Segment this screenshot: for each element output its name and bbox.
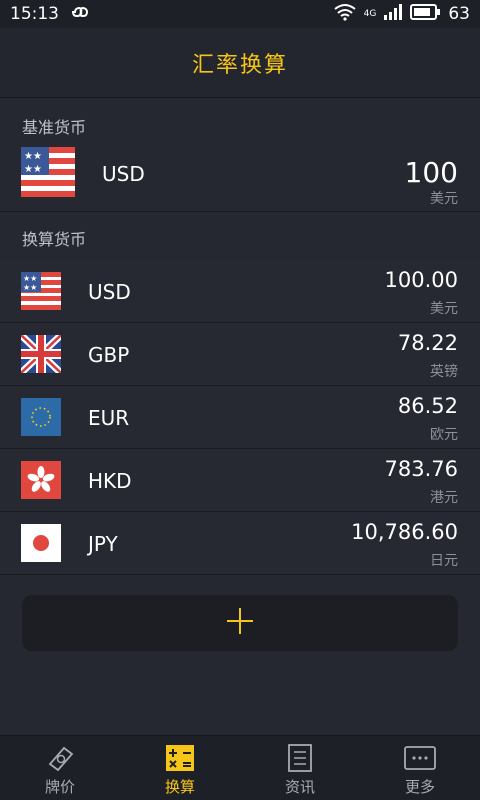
base-currency-label: 基准货币	[22, 118, 87, 137]
tab-more[interactable]: 更多	[360, 736, 480, 800]
currency-code: JPY	[88, 532, 118, 556]
list-item-jpy[interactable]: JPY 10,786.60 日元	[0, 512, 480, 575]
app-header: 汇率换算	[0, 28, 480, 98]
wifi-icon	[334, 3, 356, 26]
base-currency-code: USD	[102, 162, 145, 186]
currency-unit: 日元	[430, 553, 458, 569]
currency-code: USD	[88, 280, 131, 304]
news-icon	[284, 744, 316, 772]
page-title: 汇率换算	[191, 52, 288, 78]
base-currency-row[interactable]: ★★ ★★ USD 100 美元	[0, 140, 480, 212]
uk-flag-icon	[21, 335, 61, 373]
currency-amount: 100.00	[384, 268, 458, 292]
eu-flag-icon	[21, 398, 61, 436]
plus-icon	[225, 606, 255, 640]
battery-icon	[410, 3, 441, 25]
svg-text:★★: ★★	[23, 274, 37, 283]
tab-price[interactable]: 牌价	[0, 736, 120, 800]
currency-amount: 78.22	[397, 331, 458, 355]
svg-text:★★: ★★	[23, 283, 37, 292]
bottom-tab-bar: 牌价 换算 资讯 更多	[0, 735, 480, 800]
jp-flag-icon	[21, 524, 61, 562]
svg-text:★★: ★★	[24, 164, 42, 175]
price-tag-icon	[44, 744, 76, 772]
currency-code: GBP	[88, 343, 130, 367]
list-item-gbp[interactable]: GBP 78.22 英镑	[0, 323, 480, 386]
currency-unit: 欧元	[430, 427, 458, 443]
tab-news[interactable]: 资讯	[240, 736, 360, 800]
us-flag-icon: ★★ ★★	[21, 147, 75, 197]
currency-amount: 783.76	[384, 457, 458, 481]
currency-amount: 86.52	[397, 394, 458, 418]
hk-flag-icon	[21, 461, 61, 499]
tab-label: 更多	[404, 778, 435, 796]
currency-unit: 英镑	[430, 364, 458, 380]
us-flag-icon: ★★ ★★	[21, 272, 61, 310]
calculator-icon	[164, 744, 196, 772]
add-currency-button[interactable]	[22, 595, 458, 651]
infinity-icon	[69, 4, 93, 24]
status-bar: 15:13 4G 63	[0, 0, 480, 28]
signal-icon	[384, 3, 403, 25]
tab-label: 牌价	[44, 778, 75, 796]
more-icon	[404, 744, 436, 772]
svg-text:★★: ★★	[24, 151, 42, 162]
status-time: 15:13	[10, 4, 59, 24]
currency-code: EUR	[88, 406, 130, 430]
currency-amount: 10,786.60	[351, 520, 458, 544]
list-item-hkd[interactable]: HKD 783.76 港元	[0, 449, 480, 512]
tab-label: 换算	[164, 778, 195, 796]
base-amount[interactable]: 100	[405, 156, 458, 189]
base-unit: 美元	[430, 191, 458, 207]
currency-unit: 美元	[430, 301, 458, 317]
network-type: 4G	[363, 9, 377, 19]
list-item-usd[interactable]: ★★ ★★ USD 100.00 美元	[0, 260, 480, 323]
list-item-eur[interactable]: EUR 86.52 欧元	[0, 386, 480, 449]
currency-code: HKD	[88, 469, 132, 493]
convert-currency-label: 换算货币	[22, 230, 87, 249]
currency-unit: 港元	[430, 490, 458, 506]
tab-label: 资讯	[284, 778, 315, 796]
battery-level: 63	[448, 4, 470, 24]
tab-convert[interactable]: 换算	[120, 736, 240, 800]
